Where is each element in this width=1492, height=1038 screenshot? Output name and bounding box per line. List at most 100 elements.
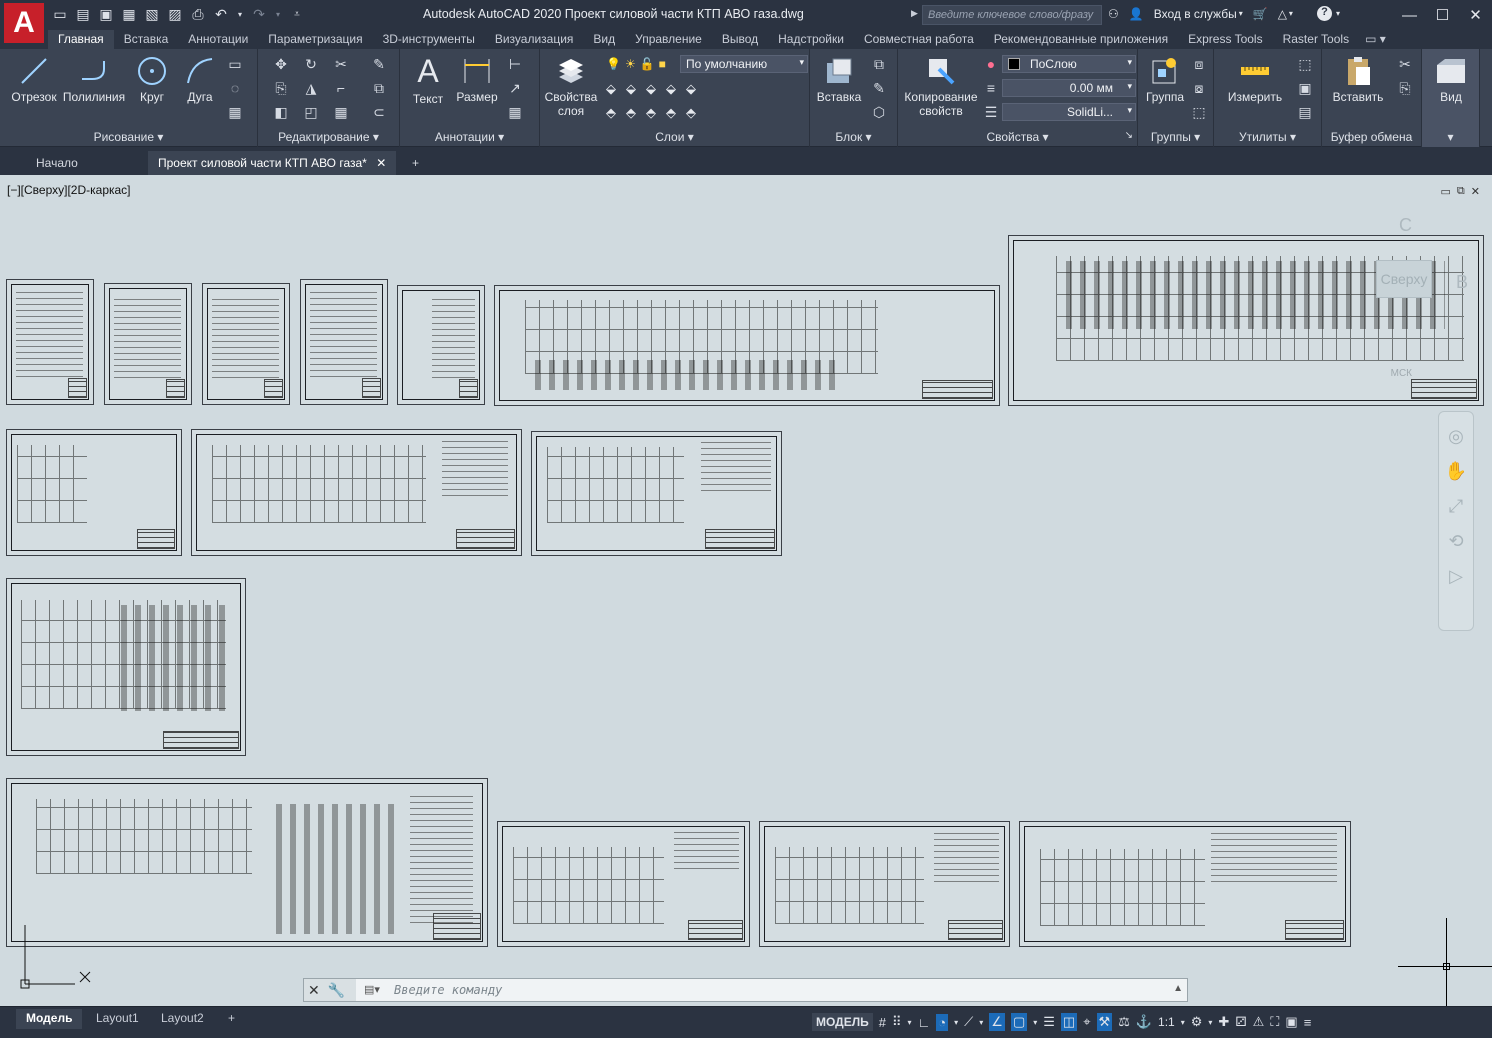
lineweight-dropdown[interactable]: 0.00 мм ▾	[1002, 79, 1136, 97]
workspace-dropdown-icon[interactable]: ▾	[1208, 1018, 1212, 1027]
close-icon[interactable]: ✕	[1459, 0, 1492, 30]
edit-block-icon[interactable]: ✎	[870, 79, 888, 97]
tab-close-icon[interactable]: ✕	[376, 156, 386, 170]
drawing-sheet[interactable]	[531, 431, 782, 556]
drawing-sheet[interactable]	[202, 283, 290, 405]
linetype-icon[interactable]: ☰	[982, 103, 1000, 121]
units-icon[interactable]: ⚂	[1235, 1014, 1246, 1030]
layer-properties-button[interactable]: Свойства слоя	[544, 55, 598, 118]
cut-icon[interactable]: ✂	[1396, 55, 1414, 73]
panel-view-expand[interactable]: ▾	[1422, 130, 1479, 144]
tab-featured-apps[interactable]: Рекомендованные приложения	[984, 30, 1178, 49]
clean-screen-icon[interactable]: ▣	[1285, 1014, 1297, 1030]
mirror-icon[interactable]: ◮	[302, 79, 320, 97]
drawing-canvas[interactable]: [−][Сверху][2D-каркас] ▭ ⧉ ✕ С Сверху В …	[0, 175, 1492, 1006]
insert-block-button[interactable]: Вставка	[814, 55, 864, 104]
group-button[interactable]: Группа	[1142, 55, 1188, 104]
user-icon[interactable]: 👤	[1129, 7, 1144, 21]
minimize-icon[interactable]: —	[1393, 0, 1426, 30]
hatch-icon[interactable]: ◌	[226, 79, 244, 97]
help-dropdown-icon[interactable]: ▾	[1336, 9, 1340, 18]
wcs-menu[interactable]: МСК	[1391, 368, 1412, 379]
dimension-button[interactable]: Размер	[454, 55, 500, 104]
scale-icon[interactable]: ◰	[302, 103, 320, 121]
fillet-icon[interactable]: ⌐	[332, 79, 350, 97]
lineweight-icon[interactable]: ≡	[982, 79, 1000, 97]
properties-launcher-icon[interactable]: ↘	[1125, 130, 1133, 141]
match-properties-button[interactable]: Копирование свойств	[900, 55, 982, 118]
tab-3d-tools[interactable]: 3D-инструменты	[373, 30, 485, 49]
annotation-scale-dropdown-icon[interactable]: ▾	[1181, 1018, 1185, 1027]
isodraft-dropdown-icon[interactable]: ▾	[979, 1018, 983, 1027]
tab-insert[interactable]: Вставка	[114, 30, 179, 49]
isolate-objects-icon[interactable]: ⛶	[1270, 1014, 1279, 1030]
polar-tracking-icon[interactable]: ◔	[936, 1013, 949, 1031]
keyword-search-input[interactable]: Введите ключевое слово/фразу	[922, 5, 1102, 25]
signin-dropdown-icon[interactable]: ▾	[1239, 9, 1243, 18]
create-block-icon[interactable]: ⧉	[870, 55, 888, 73]
view-button[interactable]: Вид	[1430, 55, 1472, 104]
color-dropdown[interactable]: ПоСлою ▾	[1002, 55, 1136, 73]
erase-icon[interactable]: ✎	[370, 55, 388, 73]
tab-express-tools[interactable]: Express Tools	[1178, 30, 1272, 49]
viewport-minimize-icon[interactable]: ▭	[1441, 185, 1451, 198]
isodraft-icon[interactable]: ⟋	[964, 1014, 973, 1030]
open-web-icon[interactable]: ▧	[144, 5, 160, 23]
drawing-sheet[interactable]	[6, 578, 246, 756]
tab-visualize[interactable]: Визуализация	[485, 30, 584, 49]
explode-icon[interactable]: ⧉	[370, 79, 388, 97]
linetype-dropdown[interactable]: SolidLi... ▾	[1002, 103, 1136, 121]
command-customize-icon[interactable]: 🔧	[328, 982, 345, 999]
quick-properties-icon[interactable]: ⚠	[1253, 1014, 1265, 1030]
copy-icon[interactable]: ⎘	[272, 79, 290, 97]
viewcube[interactable]: Сверху	[1376, 260, 1432, 298]
tab-output[interactable]: Вывод	[712, 30, 768, 49]
orbit-icon[interactable]: ⟲	[1439, 531, 1473, 552]
paste-button[interactable]: Вставить	[1328, 55, 1388, 104]
stretch-icon[interactable]: ◧	[272, 103, 290, 121]
add-layout-button[interactable]: +	[218, 1009, 245, 1029]
redo-icon[interactable]: ↷	[251, 5, 267, 23]
panel-properties-title[interactable]: Свойства ▾ ↘	[898, 130, 1137, 144]
quick-select-icon[interactable]: ⬚	[1296, 55, 1314, 73]
panel-groups-title[interactable]: Группы ▾	[1138, 130, 1213, 144]
attribute-icon[interactable]: ⬡	[870, 103, 888, 121]
polar-dropdown-icon[interactable]: ▾	[954, 1018, 958, 1027]
redo-dropdown-icon[interactable]: ▾	[274, 5, 282, 23]
drawing-sheet[interactable]	[300, 279, 388, 405]
auto-scale-icon[interactable]: ⚖	[1118, 1014, 1130, 1030]
panel-annotation-title[interactable]: Аннотации ▾	[400, 130, 539, 144]
tab-manage[interactable]: Управление	[625, 30, 712, 49]
steering-wheel-icon[interactable]: ◎	[1439, 426, 1473, 447]
tab-annotate[interactable]: Аннотации	[178, 30, 258, 49]
move-icon[interactable]: ✥	[272, 55, 290, 73]
undo-dropdown-icon[interactable]: ▾	[236, 5, 244, 23]
lineweight-toggle-icon[interactable]: ☰	[1043, 1014, 1055, 1030]
tab-raster-tools[interactable]: Raster Tools	[1273, 30, 1359, 49]
annotation-visibility-icon[interactable]: ⚒	[1096, 1013, 1113, 1031]
panel-draw-title[interactable]: Рисование ▾	[0, 130, 257, 144]
panel-utilities-title[interactable]: Утилиты ▾	[1214, 130, 1321, 144]
grid-icon[interactable]: #	[879, 1015, 886, 1030]
plot-icon[interactable]: ⎙	[190, 5, 206, 23]
drawing-sheet[interactable]	[497, 821, 750, 947]
group-edit-icon[interactable]: ⧇	[1190, 79, 1208, 97]
panel-layers-title[interactable]: Слои ▾	[540, 130, 809, 144]
command-input[interactable]: Введите команду	[364, 981, 1174, 999]
viewcube-east-label[interactable]: В	[1456, 272, 1468, 293]
save-web-icon[interactable]: ▨	[167, 5, 183, 23]
annotation-monitor-icon[interactable]: ✚	[1218, 1014, 1229, 1030]
leader-icon[interactable]: ↗	[506, 79, 524, 97]
object-snap-icon[interactable]: ▢	[1010, 1013, 1028, 1031]
drawing-sheet[interactable]	[6, 429, 182, 556]
viewport-close-icon[interactable]: ✕	[1471, 185, 1480, 198]
snap-icon[interactable]: ⠿	[892, 1014, 902, 1030]
drawing-sheet[interactable]	[397, 285, 485, 405]
drawing-sheet[interactable]	[104, 283, 192, 405]
snap-dropdown-icon[interactable]: ▾	[908, 1018, 912, 1027]
application-menu-button[interactable]: A	[4, 3, 44, 43]
command-history-icon[interactable]: ▲	[1173, 983, 1183, 994]
showmotion-icon[interactable]: ▷	[1439, 566, 1473, 587]
tab-parametric[interactable]: Параметризация	[258, 30, 372, 49]
copy-clip-icon[interactable]: ⎘	[1396, 79, 1414, 97]
